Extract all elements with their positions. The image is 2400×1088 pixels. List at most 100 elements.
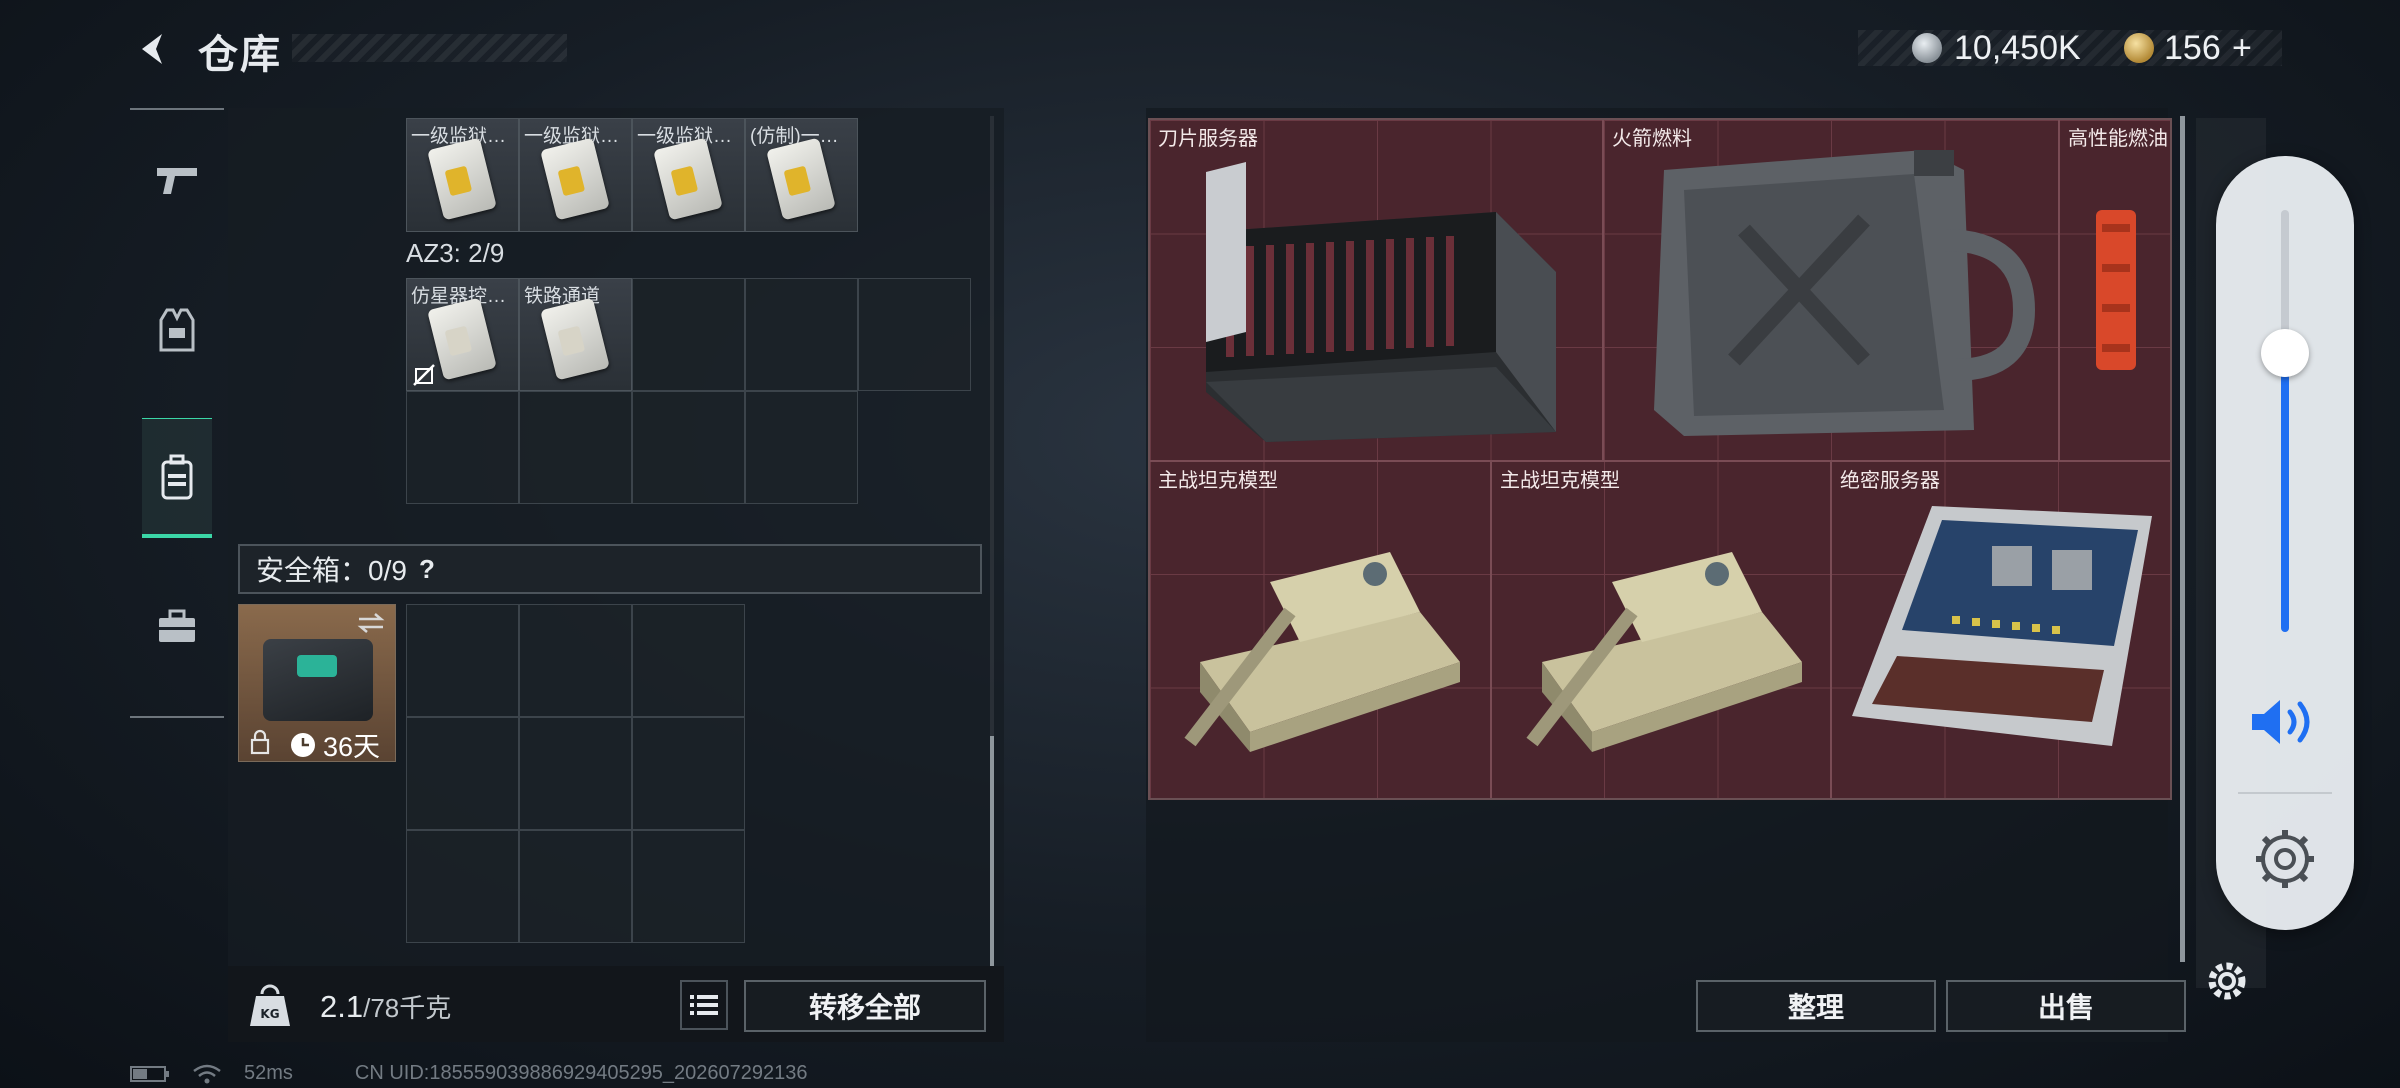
vest-icon — [159, 308, 195, 352]
add-currency-button[interactable]: + — [2232, 29, 2252, 68]
safe-box-label: 安全箱：0/9 — [256, 555, 407, 586]
item-label: 主战坦克模型 — [1158, 470, 1278, 492]
loot-tank-model-1[interactable]: 主战坦克模型 — [1150, 462, 1490, 800]
scrollbar-thumb[interactable] — [990, 736, 994, 966]
swap-icon — [357, 613, 385, 633]
fuel-canister-icon — [2096, 210, 2136, 370]
empty-slot[interactable] — [632, 278, 745, 391]
empty-slot[interactable] — [519, 830, 632, 943]
az3-grid-row1: 仿星器控… 铁路通道 — [406, 278, 971, 391]
speaker-icon[interactable] — [2248, 694, 2322, 750]
keycard-icon — [427, 137, 497, 221]
wifi-icon — [193, 1064, 221, 1083]
loot-blade-server[interactable]: 刀片服务器 — [1150, 120, 1602, 460]
clock-icon — [291, 732, 315, 757]
fuel-can-icon — [1654, 150, 2036, 436]
empty-slot[interactable] — [632, 830, 745, 943]
list-view-button[interactable] — [680, 980, 728, 1030]
empty-slot[interactable] — [632, 604, 745, 717]
empty-slot[interactable] — [745, 391, 858, 504]
svg-text:KG: KG — [260, 1007, 279, 1021]
empty-slot[interactable] — [406, 604, 519, 717]
loot-rocket-fuel[interactable]: 火箭燃料 — [1604, 120, 2058, 460]
empty-slot[interactable] — [632, 717, 745, 830]
timer-text: 36天 — [323, 732, 381, 762]
settings-gear-icon[interactable] — [2202, 956, 2252, 1006]
sound-settings-gear-icon[interactable] — [2252, 826, 2318, 892]
currency-bar: 10,450K 156 + — [1858, 28, 2282, 68]
empty-slot[interactable] — [632, 391, 745, 504]
loot-scrollbar[interactable] — [2180, 116, 2185, 962]
page-title: 仓库 — [198, 33, 282, 77]
empty-slot[interactable] — [406, 717, 519, 830]
weight-max: /78千克 — [363, 993, 452, 1023]
container-az3-label: AZ3: 2/9 — [406, 238, 505, 268]
title-decoration — [292, 34, 567, 62]
inventory-scrollbar[interactable] — [990, 116, 994, 966]
toolbox-icon — [159, 609, 195, 642]
gold-coin-icon — [2124, 33, 2154, 63]
safe-case-icon — [263, 639, 373, 721]
item-label: 刀片服务器 — [1158, 128, 1258, 150]
tank-icon — [1526, 552, 1802, 752]
no-drop-icon — [413, 364, 435, 386]
empty-slot[interactable] — [519, 717, 632, 830]
loot-grid: 刀片服务器 火箭燃料 高性能燃油 主战坦克模型 主战坦克模型 绝密服务器 — [1148, 118, 2172, 800]
loot-top-secret-server[interactable]: 绝密服务器 — [1832, 462, 2172, 800]
tank-icon — [1184, 552, 1460, 752]
weight-icon: KG — [250, 984, 290, 1026]
item-prison-card-1[interactable]: 一级监狱… — [406, 118, 519, 232]
help-button[interactable]: ? — [419, 554, 435, 585]
loot-high-performance-fuel[interactable]: 高性能燃油 — [2060, 120, 2170, 460]
empty-slot[interactable] — [519, 604, 632, 717]
item-stellarator-card[interactable]: 仿星器控… — [406, 278, 519, 391]
item-replica-card[interactable]: (仿制)一… — [745, 118, 858, 232]
currency-primary-value: 10,450K — [1954, 28, 2081, 67]
back-arrow-icon — [142, 34, 162, 64]
empty-slot[interactable] — [406, 830, 519, 943]
nav-item-equipment[interactable] — [142, 270, 212, 390]
sell-button[interactable]: 出售 — [1946, 980, 2186, 1032]
item-prison-card-2[interactable]: 一级监狱… — [519, 118, 632, 232]
silver-coin-icon — [1912, 33, 1942, 63]
lock-icon — [250, 729, 270, 755]
blade-server-icon — [1206, 162, 1556, 442]
safe-box-header: 安全箱：0/9 ? — [238, 544, 982, 594]
safe-box-grid — [406, 604, 745, 943]
transfer-all-button[interactable]: 转移全部 — [744, 980, 986, 1032]
weight-current: 2.1 — [320, 989, 364, 1024]
nav-item-backpack[interactable] — [142, 418, 212, 538]
keycard-icon — [540, 297, 610, 381]
list-icon — [690, 995, 718, 1015]
item-label: 高性能燃油 — [2068, 128, 2168, 150]
item-railway-card[interactable]: 铁路通道 — [519, 278, 632, 391]
item-label: 主战坦克模型 — [1500, 470, 1620, 492]
battery-icon — [130, 1065, 169, 1082]
currency-secondary-value: 156 — [2164, 28, 2221, 67]
keycard-icon — [766, 137, 836, 221]
keycard-icon — [427, 297, 497, 381]
volume-divider — [2238, 792, 2332, 794]
back-button[interactable] — [128, 26, 178, 72]
empty-slot[interactable] — [519, 391, 632, 504]
category-nav — [130, 108, 224, 718]
loot-tank-model-2[interactable]: 主战坦克模型 — [1492, 462, 1832, 800]
backpack-icon — [161, 454, 193, 499]
status-line: 52ms CN UID:185559039886929405295_202607… — [130, 1062, 808, 1085]
volume-slider-handle[interactable] — [2261, 329, 2309, 377]
ping-text: 52ms — [244, 1062, 293, 1084]
pistol-icon — [157, 168, 197, 194]
safe-case-timer: 36天 — [289, 725, 380, 764]
volume-slider-fill — [2281, 353, 2289, 632]
empty-slot[interactable] — [745, 278, 858, 391]
keycard-icon — [653, 137, 723, 221]
empty-slot[interactable] — [858, 278, 971, 391]
nav-item-toolbox[interactable] — [142, 566, 212, 686]
nav-item-weapons[interactable] — [142, 120, 212, 240]
weight-readout: 2.1/78千克 — [320, 988, 451, 1025]
safe-case-item[interactable]: 36天 — [238, 604, 396, 762]
item-prison-card-3[interactable]: 一级监狱… — [632, 118, 745, 232]
empty-slot[interactable] — [406, 391, 519, 504]
top-item-row: 一级监狱… 一级监狱… 一级监狱… (仿制)一… — [406, 118, 858, 232]
sort-button[interactable]: 整理 — [1696, 980, 1936, 1032]
